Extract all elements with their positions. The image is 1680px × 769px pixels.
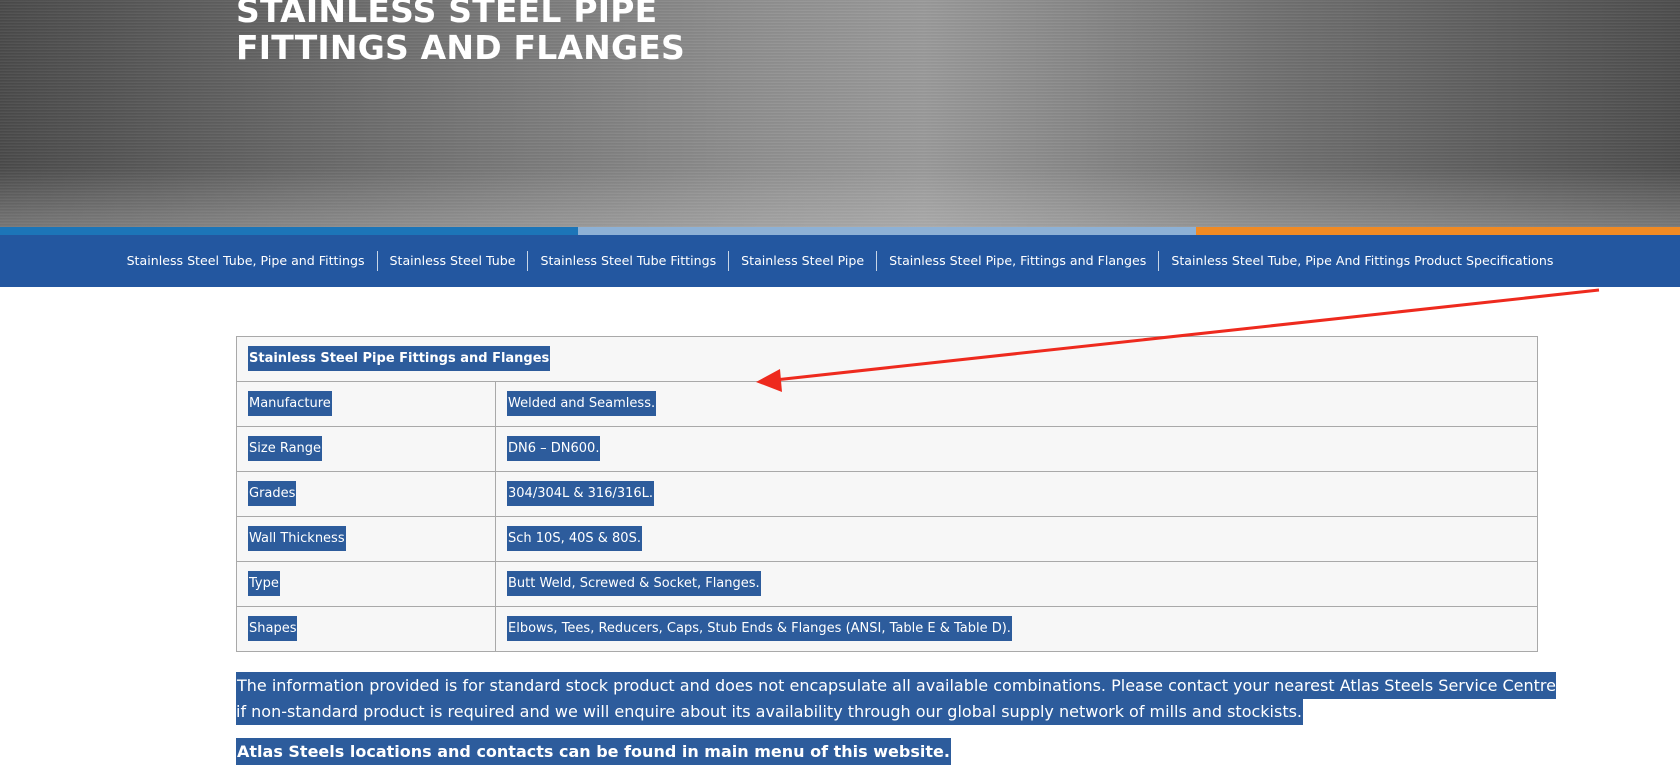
table-cell-value: Elbows, Tees, Reducers, Caps, Stub Ends …	[495, 606, 1538, 652]
nav-link-tube[interactable]: Stainless Steel Tube	[376, 251, 528, 271]
table-row: Grades 304/304L & 316/316L.	[236, 471, 1538, 517]
row-label: Shapes	[248, 616, 298, 641]
row-value: Butt Weld, Screwed & Socket, Flanges.	[507, 571, 761, 596]
sub-navigation: Stainless Steel Tube, Pipe and Fittings …	[0, 235, 1680, 287]
row-value: Welded and Seamless.	[507, 391, 657, 416]
table-row: Type Butt Weld, Screwed & Socket, Flange…	[236, 561, 1538, 607]
table-row: Shapes Elbows, Tees, Reducers, Caps, Stu…	[236, 606, 1538, 652]
row-label: Type	[248, 571, 280, 596]
nav-link-tube-fittings[interactable]: Stainless Steel Tube Fittings	[527, 251, 728, 271]
row-value: 304/304L & 316/316L.	[507, 481, 655, 506]
row-label: Size Range	[248, 436, 323, 461]
table-cell-label: Manufacture	[236, 381, 496, 427]
table-cell-label: Wall Thickness	[236, 516, 496, 562]
table-header-text: Stainless Steel Pipe Fittings and Flange…	[248, 346, 551, 371]
accent-stripe-orange	[1196, 227, 1680, 235]
info-text: The information provided is for standard…	[236, 672, 1556, 725]
row-value: Elbows, Tees, Reducers, Caps, Stub Ends …	[507, 616, 1012, 641]
nav-link-pipe[interactable]: Stainless Steel Pipe	[728, 251, 876, 271]
table-cell-label: Size Range	[236, 426, 496, 472]
table-header-cell: Stainless Steel Pipe Fittings and Flange…	[236, 336, 1538, 382]
locations-paragraph: Atlas Steels locations and contacts can …	[236, 738, 1556, 765]
table-cell-label: Type	[236, 561, 496, 607]
row-label: Manufacture	[248, 391, 332, 416]
table-cell-value: Welded and Seamless.	[495, 381, 1538, 427]
page-title: STAINLESS STEEL PIPE FITTINGS AND FLANGE…	[236, 0, 686, 67]
row-value: Sch 10S, 40S & 80S.	[507, 526, 642, 551]
row-value: DN6 – DN600.	[507, 436, 601, 461]
table-cell-value: DN6 – DN600.	[495, 426, 1538, 472]
accent-stripe-light-blue	[578, 227, 1196, 235]
spec-table: Stainless Steel Pipe Fittings and Flange…	[236, 336, 1538, 652]
table-cell-value: 304/304L & 316/316L.	[495, 471, 1538, 517]
accent-stripe-blue	[0, 227, 578, 235]
nav-link-pipe-fittings-flanges[interactable]: Stainless Steel Pipe, Fittings and Flang…	[876, 251, 1158, 271]
locations-text: Atlas Steels locations and contacts can …	[236, 738, 951, 765]
table-cell-label: Grades	[236, 471, 496, 517]
hero-banner: STAINLESS STEEL PIPE FITTINGS AND FLANGE…	[0, 0, 1680, 227]
table-row: Wall Thickness Sch 10S, 40S & 80S.	[236, 516, 1538, 562]
row-label: Wall Thickness	[248, 526, 346, 551]
nav-link-tube-pipe-fittings[interactable]: Stainless Steel Tube, Pipe and Fittings	[115, 251, 377, 271]
info-paragraph: The information provided is for standard…	[236, 672, 1556, 725]
nav-link-product-specifications[interactable]: Stainless Steel Tube, Pipe And Fittings …	[1158, 251, 1565, 271]
row-label: Grades	[248, 481, 297, 506]
table-cell-label: Shapes	[236, 606, 496, 652]
table-row: Size Range DN6 – DN600.	[236, 426, 1538, 472]
table-header-row: Stainless Steel Pipe Fittings and Flange…	[236, 336, 1538, 382]
table-row: Manufacture Welded and Seamless.	[236, 381, 1538, 427]
table-cell-value: Butt Weld, Screwed & Socket, Flanges.	[495, 561, 1538, 607]
table-cell-value: Sch 10S, 40S & 80S.	[495, 516, 1538, 562]
